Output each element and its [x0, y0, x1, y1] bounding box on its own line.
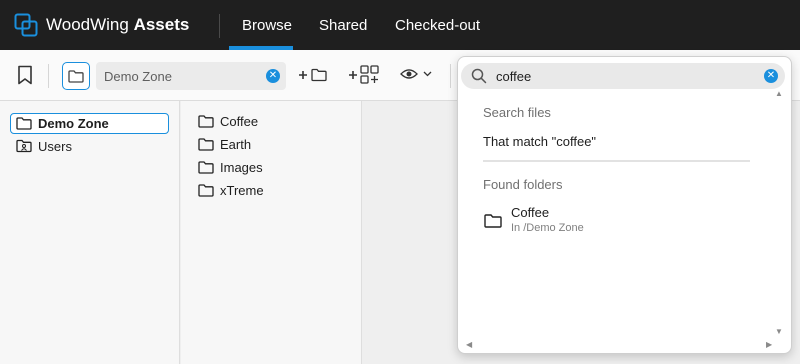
folder-icon — [484, 214, 502, 228]
tab-shared[interactable]: Shared — [319, 17, 367, 34]
top-navigation: WoodWing Assets Browse Shared Checked-ou… — [0, 0, 800, 50]
found-folders-heading: Found folders — [483, 177, 563, 192]
tree-item-label: Users — [38, 138, 72, 154]
search-input[interactable]: coffee ✕ — [461, 63, 785, 89]
tree-item-earth[interactable]: Earth — [198, 134, 251, 154]
tree-item-coffee[interactable]: Coffee — [198, 111, 258, 131]
brand-regular: WoodWing — [46, 15, 129, 34]
bookmark-button[interactable] — [15, 64, 35, 86]
subfolder-pane: Coffee Earth Images xTreme — [181, 101, 362, 364]
nav-divider — [219, 14, 220, 38]
folder-icon — [198, 114, 214, 128]
folder-view-button[interactable] — [62, 62, 90, 90]
tree-item-label: Demo Zone — [38, 116, 109, 131]
path-field-value: Demo Zone — [104, 69, 172, 84]
tree-item-xtreme[interactable]: xTreme — [198, 180, 264, 200]
search-files-match-option[interactable]: That match "coffee" — [483, 134, 596, 149]
woodwing-logo-icon — [14, 13, 38, 37]
search-clear-icon[interactable]: ✕ — [764, 69, 778, 83]
toolbar-separator — [48, 64, 49, 88]
tree-item-images[interactable]: Images — [198, 157, 263, 177]
path-clear-icon[interactable]: ✕ — [266, 69, 280, 83]
search-input-value: coffee — [496, 69, 532, 84]
folder-icon — [198, 183, 214, 197]
folder-icon — [16, 117, 32, 130]
tab-browse[interactable]: Browse — [242, 17, 292, 34]
new-collection-button[interactable] — [348, 62, 380, 88]
folder-result-coffee[interactable]: Coffee In /Demo Zone — [483, 203, 763, 239]
users-folder-icon — [16, 139, 32, 153]
app-logo-text: WoodWing Assets — [46, 15, 189, 35]
horizontal-scrollbar[interactable]: ◀ ▶ — [466, 339, 776, 351]
folder-result-path: In /Demo Zone — [511, 222, 584, 234]
new-collection-icon — [349, 65, 379, 84]
path-field[interactable]: Demo Zone ✕ — [96, 62, 286, 90]
new-folder-icon — [299, 68, 327, 82]
tree-item-users[interactable]: Users — [16, 136, 72, 156]
folder-icon — [68, 69, 84, 83]
scroll-down-icon[interactable]: ▼ — [775, 327, 783, 336]
tree-item-label: Images — [220, 159, 263, 175]
bookmark-icon — [18, 65, 32, 85]
folder-tree-pane: Demo Zone Users — [0, 101, 180, 364]
new-folder-button[interactable] — [298, 65, 330, 85]
tree-item-demo-zone[interactable]: Demo Zone — [10, 113, 169, 134]
toolbar-separator — [450, 64, 451, 88]
vertical-scrollbar[interactable]: ▲ ▼ — [773, 89, 785, 339]
tab-checked-out[interactable]: Checked-out — [395, 17, 480, 34]
scroll-right-icon[interactable]: ▶ — [766, 340, 772, 349]
brand-bold: Assets — [133, 15, 190, 34]
search-suggestions-dropdown: Search files That match "coffee" Found f… — [457, 56, 792, 354]
folder-icon — [198, 160, 214, 174]
tree-item-label: Earth — [220, 136, 252, 152]
scroll-up-icon[interactable]: ▲ — [775, 89, 783, 98]
search-icon — [471, 68, 487, 84]
dropdown-divider — [483, 160, 750, 162]
preview-toggle-button[interactable] — [400, 65, 434, 85]
tree-item-label: xTreme — [220, 182, 264, 198]
scroll-left-icon[interactable]: ◀ — [466, 340, 472, 349]
tree-item-label: Coffee — [220, 113, 259, 129]
preview-eye-icon — [400, 69, 432, 79]
folder-icon — [198, 137, 214, 151]
folder-result-name: Coffee — [511, 205, 550, 220]
search-files-heading: Search files — [483, 105, 551, 120]
